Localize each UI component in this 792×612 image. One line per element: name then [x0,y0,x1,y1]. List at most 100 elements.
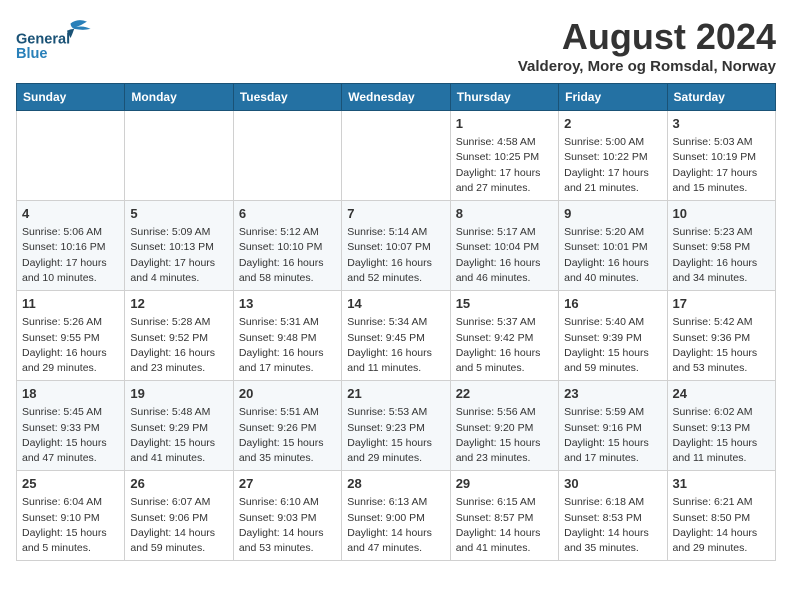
day-info: Sunrise: 6:18 AMSunset: 8:53 PMDaylight:… [564,495,661,556]
day-info: Sunrise: 4:58 AMSunset: 10:25 PMDaylight… [456,135,553,196]
weekday-header-sunday: Sunday [17,84,125,111]
day-number: 26 [130,475,227,493]
day-info: Sunrise: 6:02 AMSunset: 9:13 PMDaylight:… [673,405,770,466]
weekday-header-row: SundayMondayTuesdayWednesdayThursdayFrid… [17,84,776,111]
day-number: 22 [456,385,553,403]
day-info: Sunrise: 5:17 AMSunset: 10:04 PMDaylight… [456,225,553,286]
logo: General Blue [16,16,116,60]
calendar-cell [125,111,233,201]
day-info: Sunrise: 5:59 AMSunset: 9:16 PMDaylight:… [564,405,661,466]
day-number: 14 [347,295,444,313]
day-number: 27 [239,475,336,493]
calendar-week-4: 18 Sunrise: 5:45 AMSunset: 9:33 PMDayligh… [17,381,776,471]
calendar-cell: 16 Sunrise: 5:40 AMSunset: 9:39 PMDayligh… [559,291,667,381]
calendar-cell: 4 Sunrise: 5:06 AMSunset: 10:16 PMDayligh… [17,201,125,291]
day-number: 15 [456,295,553,313]
day-number: 20 [239,385,336,403]
day-number: 23 [564,385,661,403]
day-number: 18 [22,385,119,403]
day-number: 17 [673,295,770,313]
day-number: 8 [456,205,553,223]
day-info: Sunrise: 5:23 AMSunset: 9:58 PMDaylight:… [673,225,770,286]
calendar-cell: 1 Sunrise: 4:58 AMSunset: 10:25 PMDayligh… [450,111,558,201]
calendar-cell: 21 Sunrise: 5:53 AMSunset: 9:23 PMDayligh… [342,381,450,471]
calendar-cell: 2 Sunrise: 5:00 AMSunset: 10:22 PMDayligh… [559,111,667,201]
day-info: Sunrise: 5:26 AMSunset: 9:55 PMDaylight:… [22,315,119,376]
day-number: 31 [673,475,770,493]
calendar-cell: 10 Sunrise: 5:23 AMSunset: 9:58 PMDayligh… [667,201,775,291]
day-number: 19 [130,385,227,403]
day-info: Sunrise: 5:14 AMSunset: 10:07 PMDaylight… [347,225,444,286]
calendar-cell: 5 Sunrise: 5:09 AMSunset: 10:13 PMDayligh… [125,201,233,291]
day-info: Sunrise: 6:04 AMSunset: 9:10 PMDaylight:… [22,495,119,556]
calendar-cell: 30Sunrise: 6:18 AMSunset: 8:53 PMDayligh… [559,471,667,561]
day-number: 21 [347,385,444,403]
calendar-cell: 18 Sunrise: 5:45 AMSunset: 9:33 PMDayligh… [17,381,125,471]
weekday-header-friday: Friday [559,84,667,111]
day-info: Sunrise: 5:28 AMSunset: 9:52 PMDaylight:… [130,315,227,376]
calendar-cell: 19Sunrise: 5:48 AMSunset: 9:29 PMDayligh… [125,381,233,471]
calendar-cell: 24 Sunrise: 6:02 AMSunset: 9:13 PMDayligh… [667,381,775,471]
calendar-cell: 25 Sunrise: 6:04 AMSunset: 9:10 PMDayligh… [17,471,125,561]
day-info: Sunrise: 6:10 AMSunset: 9:03 PMDaylight:… [239,495,336,556]
day-info: Sunrise: 5:09 AMSunset: 10:13 PMDaylight… [130,225,227,286]
calendar-cell: 9Sunrise: 5:20 AMSunset: 10:01 PMDayligh… [559,201,667,291]
day-number: 2 [564,115,661,133]
day-info: Sunrise: 5:31 AMSunset: 9:48 PMDaylight:… [239,315,336,376]
weekday-header-thursday: Thursday [450,84,558,111]
day-info: Sunrise: 5:42 AMSunset: 9:36 PMDaylight:… [673,315,770,376]
calendar-cell [233,111,341,201]
calendar-cell: 11 Sunrise: 5:26 AMSunset: 9:55 PMDayligh… [17,291,125,381]
day-info: Sunrise: 5:06 AMSunset: 10:16 PMDaylight… [22,225,119,286]
day-number: 7 [347,205,444,223]
weekday-header-monday: Monday [125,84,233,111]
calendar-cell: 29 Sunrise: 6:15 AMSunset: 8:57 PMDayligh… [450,471,558,561]
day-info: Sunrise: 6:21 AMSunset: 8:50 PMDaylight:… [673,495,770,556]
calendar-cell: 7 Sunrise: 5:14 AMSunset: 10:07 PMDayligh… [342,201,450,291]
day-number: 3 [673,115,770,133]
calendar-cell: 20 Sunrise: 5:51 AMSunset: 9:26 PMDayligh… [233,381,341,471]
calendar-cell: 14Sunrise: 5:34 AMSunset: 9:45 PMDayligh… [342,291,450,381]
day-info: Sunrise: 6:13 AMSunset: 9:00 PMDaylight:… [347,495,444,556]
calendar-cell: 13 Sunrise: 5:31 AMSunset: 9:48 PMDayligh… [233,291,341,381]
calendar-cell: 23 Sunrise: 5:59 AMSunset: 9:16 PMDayligh… [559,381,667,471]
day-number: 28 [347,475,444,493]
calendar-cell: 6Sunrise: 5:12 AMSunset: 10:10 PMDayligh… [233,201,341,291]
calendar-week-3: 11 Sunrise: 5:26 AMSunset: 9:55 PMDayligh… [17,291,776,381]
calendar-cell: 17 Sunrise: 5:42 AMSunset: 9:36 PMDayligh… [667,291,775,381]
calendar-cell: 15 Sunrise: 5:37 AMSunset: 9:42 PMDayligh… [450,291,558,381]
day-number: 13 [239,295,336,313]
location-subtitle: Valderoy, More og Romsdal, Norway [518,58,776,75]
calendar-week-2: 4 Sunrise: 5:06 AMSunset: 10:16 PMDayligh… [17,201,776,291]
day-info: Sunrise: 5:03 AMSunset: 10:19 PMDaylight… [673,135,770,196]
day-info: Sunrise: 5:45 AMSunset: 9:33 PMDaylight:… [22,405,119,466]
calendar-cell: 27 Sunrise: 6:10 AMSunset: 9:03 PMDayligh… [233,471,341,561]
page-header: General Blue August 2024 Valderoy, More … [16,16,776,75]
calendar-week-1: 1 Sunrise: 4:58 AMSunset: 10:25 PMDayligh… [17,111,776,201]
day-info: Sunrise: 5:40 AMSunset: 9:39 PMDaylight:… [564,315,661,376]
calendar-cell: 12Sunrise: 5:28 AMSunset: 9:52 PMDayligh… [125,291,233,381]
day-number: 16 [564,295,661,313]
day-info: Sunrise: 5:53 AMSunset: 9:23 PMDaylight:… [347,405,444,466]
day-number: 24 [673,385,770,403]
day-info: Sunrise: 5:37 AMSunset: 9:42 PMDaylight:… [456,315,553,376]
weekday-header-saturday: Saturday [667,84,775,111]
logo-svg: General Blue [16,16,116,60]
day-info: Sunrise: 5:56 AMSunset: 9:20 PMDaylight:… [456,405,553,466]
day-info: Sunrise: 6:15 AMSunset: 8:57 PMDaylight:… [456,495,553,556]
day-number: 25 [22,475,119,493]
day-number: 10 [673,205,770,223]
month-year-title: August 2024 [518,16,776,58]
day-number: 1 [456,115,553,133]
calendar-cell: 28 Sunrise: 6:13 AMSunset: 9:00 PMDayligh… [342,471,450,561]
calendar-table: SundayMondayTuesdayWednesdayThursdayFrid… [16,83,776,561]
day-number: 5 [130,205,227,223]
day-info: Sunrise: 6:07 AMSunset: 9:06 PMDaylight:… [130,495,227,556]
day-number: 29 [456,475,553,493]
day-number: 11 [22,295,119,313]
weekday-header-tuesday: Tuesday [233,84,341,111]
day-info: Sunrise: 5:00 AMSunset: 10:22 PMDaylight… [564,135,661,196]
day-number: 4 [22,205,119,223]
calendar-cell: 26 Sunrise: 6:07 AMSunset: 9:06 PMDayligh… [125,471,233,561]
day-info: Sunrise: 5:51 AMSunset: 9:26 PMDaylight:… [239,405,336,466]
